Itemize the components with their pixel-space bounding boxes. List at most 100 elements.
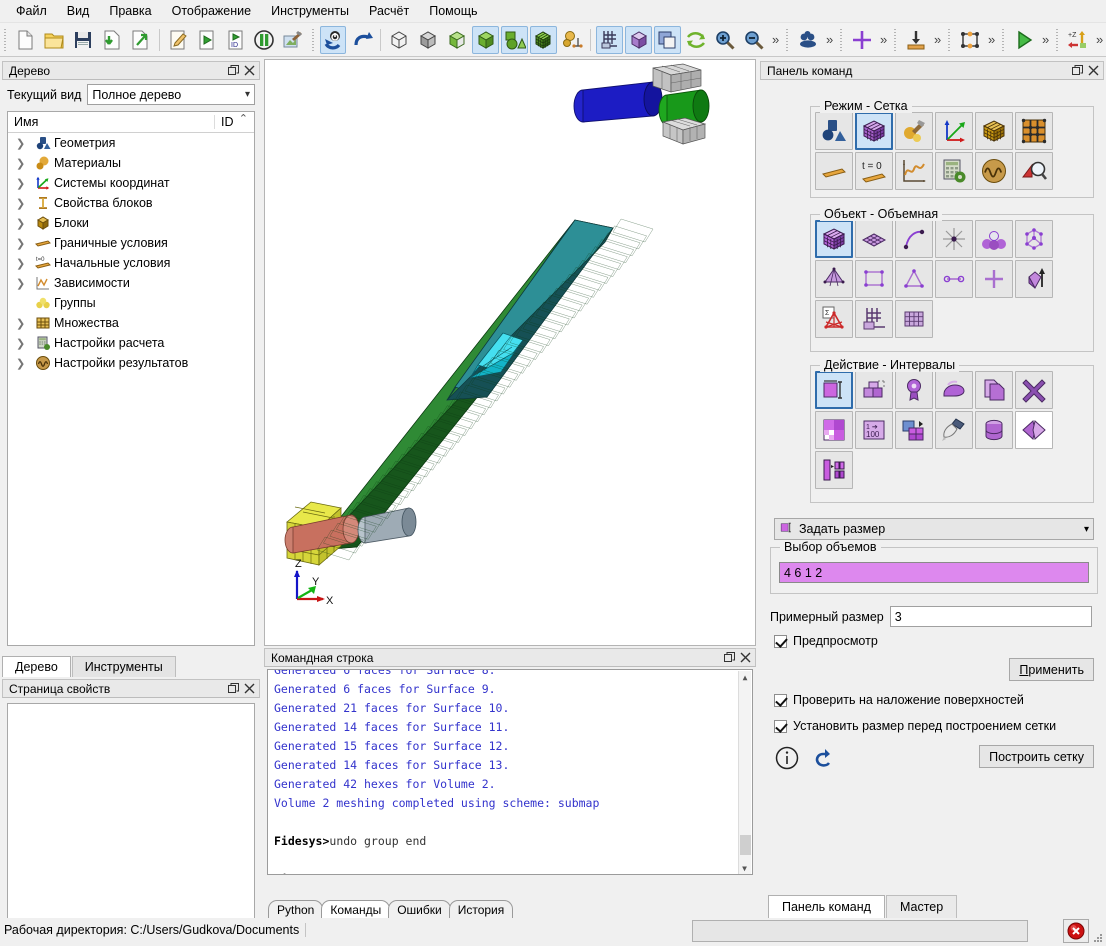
resize-grip[interactable] (1092, 932, 1104, 944)
action-select-combobox[interactable]: Задать размер ▾ (774, 518, 1094, 540)
tab-tree[interactable]: Дерево (2, 656, 71, 677)
menu-item-edit[interactable]: Правка (99, 1, 161, 21)
scale-interval-action-icon[interactable]: 1 ➔ 100 (855, 411, 893, 449)
close-icon[interactable] (738, 651, 752, 665)
tab-commands[interactable]: Команды (321, 900, 391, 919)
wedge-object-icon[interactable] (1015, 260, 1053, 298)
approx-size-input[interactable]: 3 (889, 606, 1092, 627)
close-icon[interactable] (1086, 64, 1100, 78)
node-object-icon[interactable] (1015, 220, 1053, 258)
toolbar-handle-bc[interactable] (892, 26, 900, 53)
clipping-plane-icon[interactable] (653, 25, 681, 54)
chevron-right-icon[interactable]: ❯ (16, 357, 32, 370)
sideset-object-icon[interactable]: Σ (815, 300, 853, 338)
tree-node-block-properties[interactable]: ❯ Свойства блоков (8, 193, 254, 213)
smooth-shade-cube-icon[interactable] (472, 25, 500, 54)
sets-mode-icon[interactable] (1015, 112, 1053, 150)
tab-python[interactable]: Python (268, 900, 324, 919)
current-view-combobox[interactable]: Полное дерево ▾ (87, 84, 255, 105)
mesh-frame-object-icon[interactable] (855, 300, 893, 338)
tree-node-materials[interactable]: ❯ Материалы (8, 153, 254, 173)
checkbox-icon[interactable] (774, 719, 787, 733)
hex-object-icon[interactable] (815, 260, 853, 298)
chevron-right-icon[interactable]: ❯ (16, 177, 32, 190)
hidden-line-cube-icon[interactable] (415, 26, 442, 54)
toolbar-overflow-coords[interactable]: » (876, 32, 890, 47)
play-journal-icon[interactable] (194, 26, 221, 54)
toolbar-overflow-materials[interactable]: » (822, 32, 836, 47)
geometry-primitives-icon[interactable] (501, 25, 528, 54)
chevron-right-icon[interactable]: ❯ (16, 337, 32, 350)
merge-action-icon[interactable] (895, 411, 933, 449)
smooth-action-icon[interactable] (935, 371, 973, 409)
coordinate-systems-mode-icon[interactable] (935, 112, 973, 150)
toolbar-overflow-bc[interactable]: » (930, 32, 944, 47)
menu-item-display[interactable]: Отображение (162, 1, 261, 21)
id-journal-icon[interactable]: ID (222, 26, 249, 54)
tree-node-sets[interactable]: ❯ Множества (8, 313, 254, 333)
toolbar-handle-materials[interactable] (784, 26, 792, 53)
set-size-checkbox[interactable]: Установить размер перед построением сетк… (774, 719, 1056, 733)
model-tree[interactable]: Имя ID ⌃ ❯ Геометрия ❯ Материалы ❯ Систе… (7, 111, 255, 646)
chevron-right-icon[interactable]: ❯ (16, 257, 32, 270)
coordinate-cross-icon[interactable] (848, 26, 875, 54)
paint-action-icon[interactable] (935, 411, 973, 449)
tab-tools[interactable]: Инструменты (71, 656, 176, 677)
toolbar-handle-contacts[interactable] (946, 26, 954, 53)
quad-object-icon[interactable] (855, 260, 893, 298)
edit-journal-icon[interactable] (165, 26, 192, 54)
chevron-right-icon[interactable]: ❯ (16, 157, 32, 170)
console-output[interactable]: Generated 6 faces for Surface 8. Generat… (267, 669, 753, 875)
tree-node-groups[interactable]: Группы (8, 293, 254, 313)
refresh-icon[interactable] (683, 26, 710, 54)
tab-wizard[interactable]: Мастер (885, 895, 958, 918)
composite-icon[interactable] (559, 26, 586, 54)
build-icon[interactable] (280, 26, 307, 54)
tab-errors[interactable]: Ошибки (388, 900, 451, 919)
scrollbar-thumb[interactable] (740, 835, 751, 855)
info-icon[interactable] (774, 745, 800, 771)
toolbar-overflow-viewaxis[interactable]: » (1092, 32, 1106, 47)
refine-action-icon[interactable] (815, 411, 853, 449)
tree-node-solver-settings[interactable]: ❯ Настройки расчета (8, 333, 254, 353)
menu-item-help[interactable]: Помощь (419, 1, 487, 21)
blocks-mode-icon[interactable] (975, 112, 1013, 150)
results-mode-icon[interactable] (975, 152, 1013, 190)
materials-icon[interactable] (794, 26, 821, 54)
float-icon[interactable] (722, 651, 736, 665)
checkbox-icon[interactable] (774, 693, 787, 707)
open-folder-icon[interactable] (41, 26, 68, 54)
grid-plane-icon[interactable] (596, 25, 624, 54)
tree-column-name[interactable]: Имя (8, 115, 214, 129)
volume-select-input[interactable]: 4 6 1 2 (779, 562, 1089, 583)
run-solver-icon[interactable] (1010, 26, 1037, 54)
menu-item-file[interactable]: Файл (6, 1, 57, 21)
menu-item-tools[interactable]: Инструменты (261, 1, 359, 21)
chevron-right-icon[interactable]: ❯ (16, 237, 32, 250)
chevron-right-icon[interactable]: ❯ (16, 137, 32, 150)
node-cross-object-icon[interactable] (975, 260, 1013, 298)
stop-icon[interactable] (1063, 919, 1089, 943)
tree-node-blocks[interactable]: ❯ Блоки (8, 213, 254, 233)
solver-settings-mode-icon[interactable] (935, 152, 973, 190)
undo-icon[interactable] (348, 26, 375, 54)
toolbar-handle-viewaxis[interactable] (1054, 26, 1062, 53)
reset-arrow-icon[interactable] (810, 745, 836, 771)
plus-z-view-icon[interactable]: +Z (1064, 26, 1091, 54)
tree-node-initial-conditions[interactable]: ❯ t=0 Начальные условия (8, 253, 254, 273)
copy-mesh-action-icon[interactable] (975, 371, 1013, 409)
console-input-line[interactable]: Fidesys> (274, 870, 748, 874)
chevron-right-icon[interactable]: ❯ (16, 277, 32, 290)
transparency-cube-icon[interactable] (625, 25, 652, 54)
save-icon[interactable] (70, 26, 97, 54)
chevron-right-icon[interactable]: ❯ (16, 217, 32, 230)
toolbar-overflow-solve[interactable]: » (1038, 32, 1052, 47)
boundary-conditions-mode-icon[interactable] (815, 152, 853, 190)
surface-object-icon[interactable] (855, 220, 893, 258)
tree-node-coordinate-systems[interactable]: ❯ Системы координат (8, 173, 254, 193)
toolbar-overflow-view[interactable]: » (768, 32, 782, 47)
menu-item-view[interactable]: Вид (57, 1, 100, 21)
zoom-out-icon[interactable] (740, 26, 767, 54)
mesh-cube-icon[interactable] (529, 25, 557, 54)
wireframe-cube-icon[interactable] (386, 26, 413, 54)
